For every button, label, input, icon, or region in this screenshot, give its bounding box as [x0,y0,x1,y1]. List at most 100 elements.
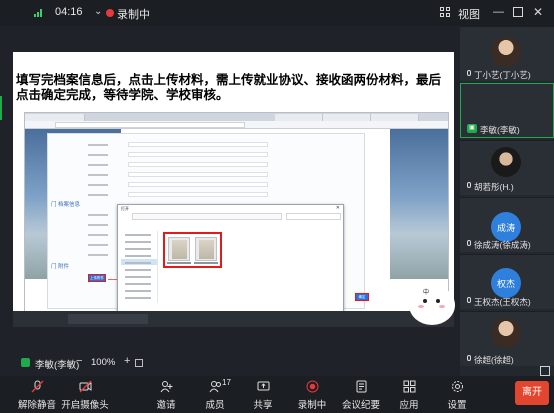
file-caption [167,262,191,264]
mic-icon [466,70,472,78]
meeting-duration: 04:16 [55,6,83,18]
taskbar-search[interactable] [68,314,148,324]
participant-tile[interactable]: 丁小艺(丁小艺) [460,26,554,81]
form-input[interactable] [128,162,268,167]
windows-taskbar [13,311,454,327]
minutes-button[interactable]: 会议纪要 [341,378,381,412]
toolbar-label: 邀请 [156,400,176,411]
top-bar: 04:16 ⌄ 录制中 视图 — ✕ [0,0,554,26]
file-caption [194,262,218,264]
settings-icon [452,381,463,392]
participant-tile[interactable]: 徐超(徐超) [460,311,554,366]
dialog-path-bar[interactable] [132,213,282,220]
members-icon [209,381,221,393]
view-button[interactable]: 视图 [458,6,480,22]
share-button[interactable]: 共享 [243,378,283,412]
mic-icon [466,297,472,305]
participant-tile-active[interactable]: ▣ 李敏(李敏) [460,83,554,138]
chevron-down-icon[interactable]: ⌄ [94,6,102,17]
left-panel-handle[interactable] [0,96,2,120]
grid-view-icon[interactable] [440,7,451,18]
settings-button[interactable]: 设置 [437,378,477,412]
dialog-sidebar [120,231,158,303]
browser-tab[interactable] [25,114,85,121]
record-icon [306,380,319,393]
section-title-archive: 门 档案信息 [51,202,81,208]
file-open-dialog: 打开 ✕ 文件名(N): 打开 取消 [117,204,344,327]
zoom-out-button[interactable]: − [76,355,82,367]
shared-screen: 填写完档案信息后，点击上传材料，需上传就业协议、接收函两份材料，最后点击确定完成… [13,52,454,327]
avatar [491,147,521,177]
participant-tile[interactable]: 胡若彤(H.) [460,140,554,195]
browser-tab[interactable] [371,114,419,121]
participant-panel: 丁小艺(丁小艺) ▣ 李敏(李敏) 胡若彤(H.) 成涛 徐成涛(徐成涛) 权杰… [460,26,554,376]
toolbar-label: 设置 [447,400,467,411]
fit-screen-icon[interactable] [135,359,143,367]
avatar: 权杰 [491,268,521,298]
dialog-search-input[interactable] [286,213,341,220]
unmute-button[interactable]: 解除静音 [17,378,57,412]
dialog-title: 打开 [121,206,129,211]
toolbar-label: 开启摄像头 [61,400,109,411]
upload-button[interactable]: 上传附件 [88,274,106,282]
members-button[interactable]: 17 成员 [195,378,235,412]
confirm-button[interactable]: 确定 [355,293,369,301]
apps-button[interactable]: 应用 [389,378,429,412]
toolbar-label: 录制中 [297,400,327,411]
participant-name: 丁小艺(丁小艺) [474,70,531,80]
selected-files-highlight [163,232,222,268]
form-input[interactable] [128,172,268,177]
dialog-close-icon[interactable]: ✕ [336,205,340,211]
zoom-level[interactable]: 100% [91,357,115,368]
participant-name: 李敏(李敏) [480,125,520,135]
dialog-toolbar [121,222,341,227]
record-button[interactable]: 录制中 [292,378,332,412]
speaker-bar: 李敏(李敏) − 100% + [13,354,454,372]
record-indicator-icon [106,9,114,17]
mic-icon [466,240,472,248]
file-thumbnail[interactable] [195,237,217,261]
participant-name: 徐超(徐超) [474,355,514,365]
mic-icon [466,355,472,363]
toolbar-label: 共享 [253,400,273,411]
form-input[interactable] [128,192,268,197]
signal-icon [34,9,44,17]
invite-icon [160,381,173,393]
maximize-icon[interactable] [513,7,523,17]
camera-off-icon [79,380,92,393]
sticker-text: 中 [423,290,430,296]
participant-name: 徐成涛(徐成涛) [474,240,531,250]
avatar [491,37,521,67]
browser-tab[interactable] [323,114,371,121]
member-count: 17 [222,378,231,387]
close-icon[interactable]: ✕ [533,5,543,19]
form-input[interactable] [128,142,268,147]
form-input[interactable] [128,182,268,187]
share-screen-icon: ▣ [467,124,477,133]
participant-tile[interactable]: 成涛 徐成涛(徐成涛) [460,197,554,252]
minimize-icon[interactable]: — [493,6,504,18]
share-screen-icon [21,358,30,367]
camera-button[interactable]: 开启摄像头 [61,378,109,412]
meeting-window: 04:16 ⌄ 录制中 视图 — ✕ 填写完档案信息后，点击上传材料，需上传就业… [0,0,554,413]
invite-button[interactable]: 邀请 [146,378,186,412]
avatar: 成涛 [491,212,521,242]
minutes-icon [356,380,367,393]
mic-muted-icon [31,380,44,393]
recording-status[interactable]: 录制中 [117,6,150,22]
meeting-toolbar: 解除静音 开启摄像头 邀请 17 成员 共享 录制中 会议纪要 应用 设置 [0,376,554,413]
zoom-in-button[interactable]: + [124,355,130,367]
avatar [491,318,521,348]
leave-meeting-button[interactable]: 离开 [515,381,549,405]
url-field[interactable] [55,122,245,128]
share-screen-icon [257,381,270,391]
browser-tab[interactable] [275,114,323,121]
participant-tile[interactable]: 权杰 王权杰(王权杰) [460,254,554,309]
apps-icon [403,380,416,393]
cat-sticker: 中 [409,285,455,325]
address-bar[interactable] [25,121,448,129]
expand-panel-icon[interactable] [540,366,550,376]
form-input[interactable] [128,152,268,157]
presenter-name: 李敏(李敏) [35,360,80,371]
file-thumbnail[interactable] [168,237,190,261]
